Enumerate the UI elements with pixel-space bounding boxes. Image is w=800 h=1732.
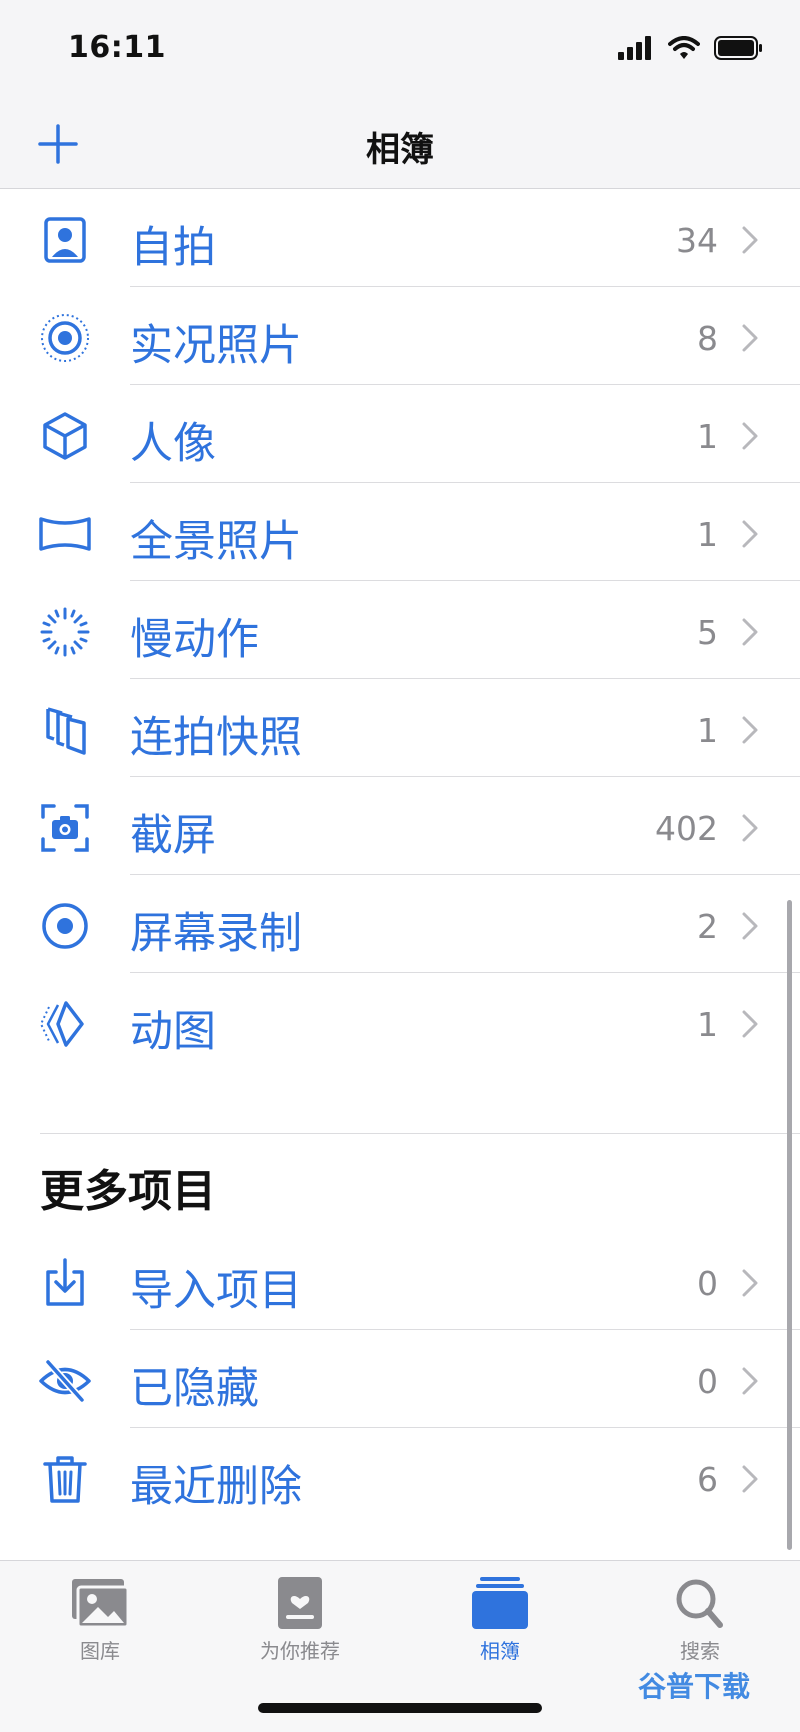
navigation-bar: 相簿 [0, 100, 800, 189]
chevron-right-icon [742, 1269, 758, 1297]
for-you-icon [278, 1577, 322, 1629]
album-row-panoramas[interactable]: 全景照片 1 [0, 483, 800, 581]
home-indicator[interactable] [258, 1703, 542, 1713]
album-count: 402 [655, 809, 718, 848]
section-separator [40, 1133, 800, 1134]
album-label: 人像 [130, 419, 216, 469]
media-types-list: 自拍 34 实况照片 8 人像 1 全景照片 1 慢动作 5 连拍快照 1 截屏… [0, 189, 800, 1071]
album-count: 1 [697, 515, 718, 554]
album-label: 导入项目 [130, 1266, 302, 1316]
section-title-more-items: 更多项目 [40, 1166, 216, 1217]
status-time: 16:11 [68, 30, 166, 65]
live-photo-icon [41, 314, 89, 362]
album-label: 动图 [130, 1007, 216, 1057]
album-count: 5 [697, 613, 718, 652]
album-row-portrait[interactable]: 人像 1 [0, 385, 800, 483]
album-label: 截屏 [130, 811, 216, 861]
chevron-right-icon [742, 422, 758, 450]
album-count: 0 [697, 1264, 718, 1303]
album-count: 2 [697, 907, 718, 946]
album-row-hidden[interactable]: 已隐藏 0 [0, 1330, 800, 1428]
battery-icon [714, 36, 762, 60]
album-label: 实况照片 [130, 321, 302, 371]
album-row-animated[interactable]: 动图 1 [0, 973, 800, 1071]
burst-icon [46, 707, 86, 755]
chevron-right-icon [742, 324, 758, 352]
tab-library[interactable]: 图库 [20, 1575, 180, 1664]
scroll-indicator[interactable] [787, 900, 792, 1550]
chevron-right-icon [742, 716, 758, 744]
album-label: 自拍 [130, 223, 216, 273]
album-row-live-photos[interactable]: 实况照片 8 [0, 287, 800, 385]
slow-motion-icon [40, 607, 90, 657]
album-row-bursts[interactable]: 连拍快照 1 [0, 679, 800, 777]
status-bar: 16:11 [0, 0, 800, 100]
tab-label: 图库 [80, 1639, 120, 1663]
tab-label: 相簿 [480, 1639, 520, 1663]
chevron-right-icon [742, 1465, 758, 1493]
chevron-right-icon [742, 1010, 758, 1038]
album-label: 屏幕录制 [130, 909, 302, 959]
cellular-signal-icon [618, 36, 651, 60]
import-icon [46, 1258, 84, 1306]
tab-for-you[interactable]: 为你推荐 [220, 1575, 380, 1664]
more-items-list: 导入项目 0 已隐藏 0 最近删除 6 [0, 1232, 800, 1526]
album-label: 已隐藏 [130, 1364, 259, 1414]
albums-icon [472, 1577, 528, 1629]
status-icons [618, 36, 764, 60]
album-count: 1 [697, 711, 718, 750]
chevron-right-icon [742, 520, 758, 548]
trash-icon [43, 1456, 87, 1503]
album-count: 1 [697, 417, 718, 456]
album-label: 连拍快照 [130, 713, 302, 763]
album-row-selfies[interactable]: 自拍 34 [0, 189, 800, 287]
chevron-right-icon [742, 226, 758, 254]
chevron-right-icon [742, 912, 758, 940]
album-row-screenshots[interactable]: 截屏 402 [0, 777, 800, 875]
album-count: 34 [676, 221, 718, 260]
album-label: 最近删除 [130, 1462, 302, 1512]
tab-search[interactable]: 搜索 [620, 1575, 780, 1664]
chevron-right-icon [742, 618, 758, 646]
album-count: 6 [697, 1460, 718, 1499]
tab-label: 搜索 [680, 1639, 720, 1663]
watermark-logo: 谷普下载 [637, 1670, 750, 1703]
screen-recording-icon [42, 903, 88, 949]
chevron-right-icon [742, 1367, 758, 1395]
album-row-slo-mo[interactable]: 慢动作 5 [0, 581, 800, 679]
album-label: 慢动作 [130, 615, 259, 665]
album-row-recently-deleted[interactable]: 最近删除 6 [0, 1428, 800, 1526]
hidden-eye-icon [39, 1359, 91, 1403]
search-icon [676, 1579, 723, 1628]
animated-icon [39, 1001, 84, 1047]
panorama-icon [39, 517, 91, 551]
screenshot-icon [41, 804, 89, 852]
album-row-imports[interactable]: 导入项目 0 [0, 1232, 800, 1330]
chevron-right-icon [742, 814, 758, 842]
page-title: 相簿 [366, 130, 434, 170]
tab-label: 为你推荐 [260, 1639, 340, 1663]
photos-library-icon [72, 1579, 130, 1629]
portrait-cube-icon [43, 412, 87, 460]
album-label: 全景照片 [130, 517, 302, 567]
album-count: 1 [697, 1005, 718, 1044]
selfie-icon [44, 217, 86, 263]
tab-albums[interactable]: 相簿 [420, 1575, 580, 1664]
wifi-icon [668, 36, 700, 59]
album-count: 8 [697, 319, 718, 358]
album-count: 0 [697, 1362, 718, 1401]
album-row-screen-recordings[interactable]: 屏幕录制 2 [0, 875, 800, 973]
